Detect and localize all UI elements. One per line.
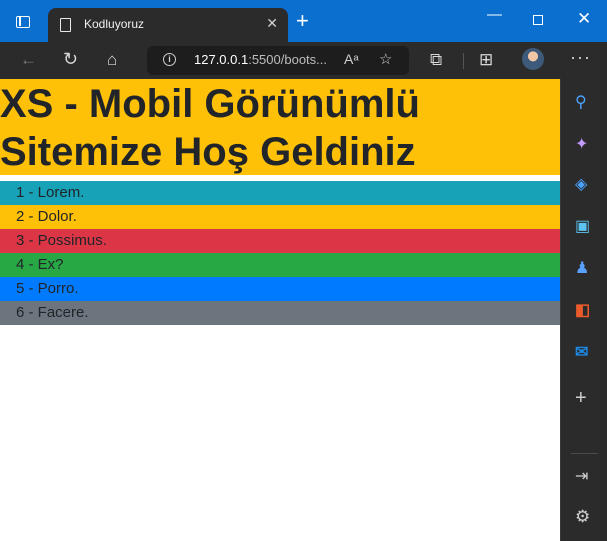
games-icon[interactable]: ♟ <box>575 261 589 277</box>
minimize-button[interactable]: — <box>487 6 502 23</box>
office-icon[interactable]: ◧ <box>575 303 590 319</box>
collections-icon[interactable]: ⊞ <box>479 50 493 70</box>
edge-sidebar: ⚲ ✦ ◈ ▣ ♟ ◧ ✉ + ⇥ ⚙ <box>560 79 607 541</box>
puzzle-icon[interactable]: ⧉ <box>430 50 442 70</box>
close-window-button[interactable]: ✕ <box>577 9 591 29</box>
copilot-icon[interactable]: ✦ <box>575 137 588 153</box>
address-bar[interactable]: i 127.0.0.1:5500/boots... Aᵃ ☆ <box>147 46 409 75</box>
add-favorite-icon[interactable]: ☆ <box>379 50 392 68</box>
item-list: 1 - Lorem. 2 - Dolor. 3 - Possimus. 4 - … <box>0 181 560 325</box>
back-arrow-icon[interactable]: ← <box>20 50 37 70</box>
page-viewport: XS - Mobil Görünümlü Sitemize Hoş Geldin… <box>0 79 560 541</box>
tab-close-icon[interactable]: ✕ <box>266 15 278 32</box>
list-item: 4 - Ex? <box>0 253 560 277</box>
list-item: 1 - Lorem. <box>0 181 560 205</box>
avatar[interactable] <box>522 48 544 70</box>
reload-icon[interactable]: ↻ <box>63 49 78 70</box>
home-icon[interactable]: ⌂ <box>107 50 117 70</box>
sidebar-divider <box>571 453 598 454</box>
outlook-icon[interactable]: ✉ <box>575 345 588 361</box>
tab-title: Kodluyoruz <box>84 17 145 31</box>
search-icon[interactable]: ⚲ <box>575 95 587 111</box>
title-bar: Kodluyoruz ✕ + — ✕ <box>0 0 607 42</box>
more-icon[interactable]: ··· <box>570 47 591 68</box>
toolbar-divider <box>463 53 464 69</box>
read-aloud-icon[interactable]: Aᵃ <box>344 51 359 67</box>
list-item: 2 - Dolor. <box>0 205 560 229</box>
tab-actions-icon[interactable] <box>16 16 30 28</box>
tools-icon[interactable]: ▣ <box>575 219 590 235</box>
list-item: 3 - Possimus. <box>0 229 560 253</box>
browser-toolbar: ← ↻ ⌂ i 127.0.0.1:5500/boots... Aᵃ ☆ ⧉ ⊞… <box>0 42 607 79</box>
url-text[interactable]: 127.0.0.1:5500/boots... <box>194 52 327 67</box>
add-icon[interactable]: + <box>575 388 587 408</box>
settings-icon[interactable]: ⚙ <box>575 508 590 525</box>
page-icon <box>60 18 71 32</box>
tab-kodluyoruz[interactable]: Kodluyoruz ✕ <box>48 8 288 42</box>
new-tab-button[interactable]: + <box>296 10 309 32</box>
page-heading: XS - Mobil Görünümlü Sitemize Hoş Geldin… <box>0 79 560 175</box>
list-item: 5 - Porro. <box>0 277 560 301</box>
info-icon[interactable]: i <box>163 53 176 66</box>
shopping-tag-icon[interactable]: ◈ <box>575 177 587 193</box>
list-item: 6 - Facere. <box>0 301 560 325</box>
panel-icon[interactable]: ⇥ <box>575 469 588 485</box>
maximize-button[interactable] <box>533 15 543 25</box>
